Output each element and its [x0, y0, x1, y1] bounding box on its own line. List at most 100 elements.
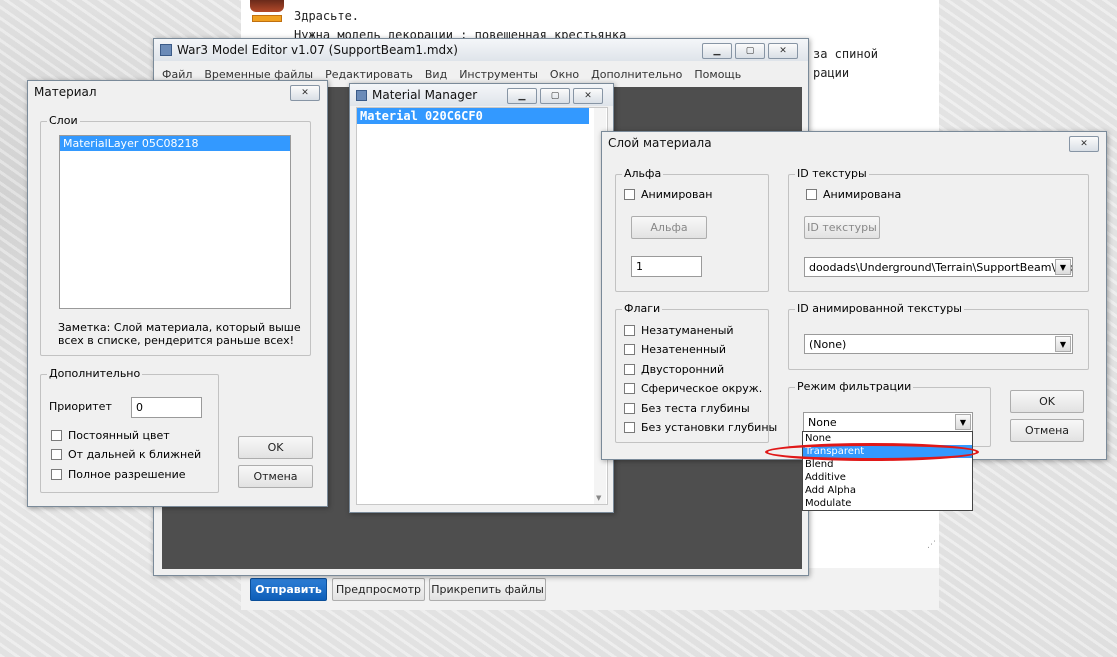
checkbox-label: Анимирован — [641, 188, 713, 201]
checkbox-box[interactable] — [51, 469, 62, 480]
maximize-button[interactable]: ▢ — [540, 88, 570, 104]
note-line: всех в списке, рендерится раньше всех! — [58, 334, 295, 347]
materials-listbox[interactable]: Material 020C6CF0 ▼ — [356, 107, 608, 505]
menu-window[interactable]: Окно — [550, 68, 579, 81]
checkbox-label: От дальней к ближней — [68, 448, 202, 461]
checkbox-box[interactable] — [51, 449, 62, 460]
checkbox-box[interactable] — [51, 430, 62, 441]
material-layer-dialog: Слой материала ✕ Альфа Анимирован Альфа … — [601, 131, 1107, 460]
checkbox-box[interactable] — [624, 344, 635, 355]
checkbox-box[interactable] — [806, 189, 817, 200]
checkbox-label: Незатененный — [641, 343, 726, 356]
post-text-line: Здрасьте. — [294, 9, 360, 23]
dialog-title: Слой материала — [608, 136, 712, 150]
select-value: None — [808, 416, 837, 429]
extra-group-label: Дополнительно — [47, 367, 143, 380]
layer-list-item[interactable]: MaterialLayer 05C08218 — [60, 136, 290, 151]
cancel-button[interactable]: Отмена — [1010, 419, 1084, 442]
send-button[interactable]: Отправить — [250, 578, 327, 601]
checkbox-label: Полное разрешение — [68, 468, 186, 481]
chevron-down-icon[interactable]: ▼ — [1055, 259, 1071, 275]
priority-input[interactable]: 0 — [131, 397, 202, 418]
alpha-group-label: Альфа — [622, 167, 664, 180]
texture-animated-checkbox[interactable]: Анимирована — [806, 188, 901, 201]
close-button[interactable]: ✕ — [290, 85, 320, 101]
texture-id-group: ID текстуры Анимирована ID текстуры dood… — [788, 167, 1089, 292]
app-icon — [356, 89, 367, 101]
filter-mode-select[interactable]: None ▼ — [803, 412, 973, 432]
minimize-button[interactable]: ▁ — [507, 88, 537, 104]
close-button[interactable]: ✕ — [573, 88, 603, 104]
chevron-down-icon[interactable]: ▼ — [1055, 336, 1071, 352]
anim-texture-select[interactable]: (None) ▼ — [804, 334, 1073, 354]
sphere-env-checkbox[interactable]: Сферическое окруж. — [624, 382, 762, 395]
constant-color-checkbox[interactable]: Постоянный цвет — [51, 429, 170, 442]
no-depth-test-checkbox[interactable]: Без теста глубины — [624, 402, 750, 415]
checkbox-box[interactable] — [624, 422, 635, 433]
alpha-value-input[interactable]: 1 — [631, 256, 702, 277]
material-list-item[interactable]: Material 020C6CF0 — [357, 108, 589, 124]
textarea-resize-grip[interactable]: ⋰ — [927, 540, 936, 550]
flags-group-label: Флаги — [622, 302, 663, 315]
checkbox-label: Сферическое окруж. — [641, 382, 763, 395]
texture-id-button[interactable]: ID текстуры — [804, 216, 880, 239]
alpha-group: Альфа Анимирован Альфа 1 — [615, 167, 769, 292]
select-value: doodads\Underground\Terrain\SupportBeam\… — [809, 261, 1073, 274]
alpha-animated-checkbox[interactable]: Анимирован — [624, 188, 712, 201]
anim-texture-group: ID анимированной текстуры (None) ▼ — [788, 302, 1089, 370]
checkbox-box[interactable] — [624, 403, 635, 414]
layers-listbox[interactable]: MaterialLayer 05C08218 — [59, 135, 291, 309]
select-value: (None) — [809, 338, 847, 351]
menu-edit[interactable]: Редактировать — [325, 68, 413, 81]
highlight-annotation-ellipse — [765, 443, 979, 461]
user-rank-badge — [252, 15, 282, 22]
anim-texture-group-label: ID анимированной текстуры — [795, 302, 964, 315]
layer-dialog-titlebar[interactable]: Слой материала — [602, 132, 1106, 154]
checkbox-box[interactable] — [624, 364, 635, 375]
two-sided-checkbox[interactable]: Двусторонний — [624, 363, 724, 376]
filter-option-add-alpha[interactable]: Add Alpha — [803, 484, 972, 497]
post-text-line: за спиной — [813, 47, 879, 61]
no-depth-set-checkbox[interactable]: Без установки глубины — [624, 421, 777, 434]
checkbox-label: Постоянный цвет — [68, 429, 170, 442]
unshaded-checkbox[interactable]: Незатененный — [624, 343, 726, 356]
minimize-button[interactable]: ▁ — [702, 43, 732, 59]
close-button[interactable]: ✕ — [1069, 136, 1099, 152]
attach-files-button[interactable]: Прикрепить файлы — [429, 578, 546, 601]
window-title: Material Manager — [372, 88, 478, 102]
checkbox-box[interactable] — [624, 189, 635, 200]
texture-path-select[interactable]: doodads\Underground\Terrain\SupportBeam\… — [804, 257, 1073, 277]
maximize-button[interactable]: ▢ — [735, 43, 765, 59]
menu-tools[interactable]: Инструменты — [459, 68, 538, 81]
app-icon — [160, 44, 172, 56]
material-manager-window: Material Manager ▁ ▢ ✕ Material 020C6CF0… — [349, 83, 614, 513]
material-dialog: Материал ✕ Слои MaterialLayer 05C08218 З… — [27, 80, 328, 507]
priority-label: Приоритет — [49, 400, 112, 413]
preview-button[interactable]: Предпросмотр — [332, 578, 425, 601]
sort-far-near-checkbox[interactable]: От дальней к ближней — [51, 448, 201, 461]
alpha-button[interactable]: Альфа — [631, 216, 707, 239]
checkbox-label: Незатуманеный — [641, 324, 734, 337]
checkbox-box[interactable] — [624, 325, 635, 336]
cancel-button[interactable]: Отмена — [238, 465, 313, 488]
full-resolution-checkbox[interactable]: Полное разрешение — [51, 468, 185, 481]
layers-group-label: Слои — [47, 114, 80, 127]
ok-button[interactable]: OK — [238, 436, 313, 459]
checkbox-label: Без теста глубины — [641, 402, 750, 415]
ok-button[interactable]: OK — [1010, 390, 1084, 413]
filter-mode-group-label: Режим фильтрации — [795, 380, 914, 393]
filter-option-modulate[interactable]: Modulate — [803, 497, 972, 510]
close-button[interactable]: ✕ — [768, 43, 798, 59]
checkbox-box[interactable] — [624, 383, 635, 394]
unfogged-checkbox[interactable]: Незатуманеный — [624, 324, 734, 337]
menu-view[interactable]: Вид — [425, 68, 447, 81]
filter-option-additive[interactable]: Additive — [803, 471, 972, 484]
menu-extra[interactable]: Дополнительно — [591, 68, 682, 81]
chevron-down-icon[interactable]: ▼ — [955, 414, 971, 430]
layers-group: Слои MaterialLayer 05C08218 Заметка: Сло… — [40, 114, 311, 356]
material-dialog-titlebar[interactable]: Материал — [28, 81, 327, 103]
checkbox-label: Анимирована — [823, 188, 902, 201]
scroll-down-icon[interactable]: ▼ — [596, 494, 601, 502]
texture-id-group-label: ID текстуры — [795, 167, 869, 180]
menu-help[interactable]: Помощь — [694, 68, 741, 81]
